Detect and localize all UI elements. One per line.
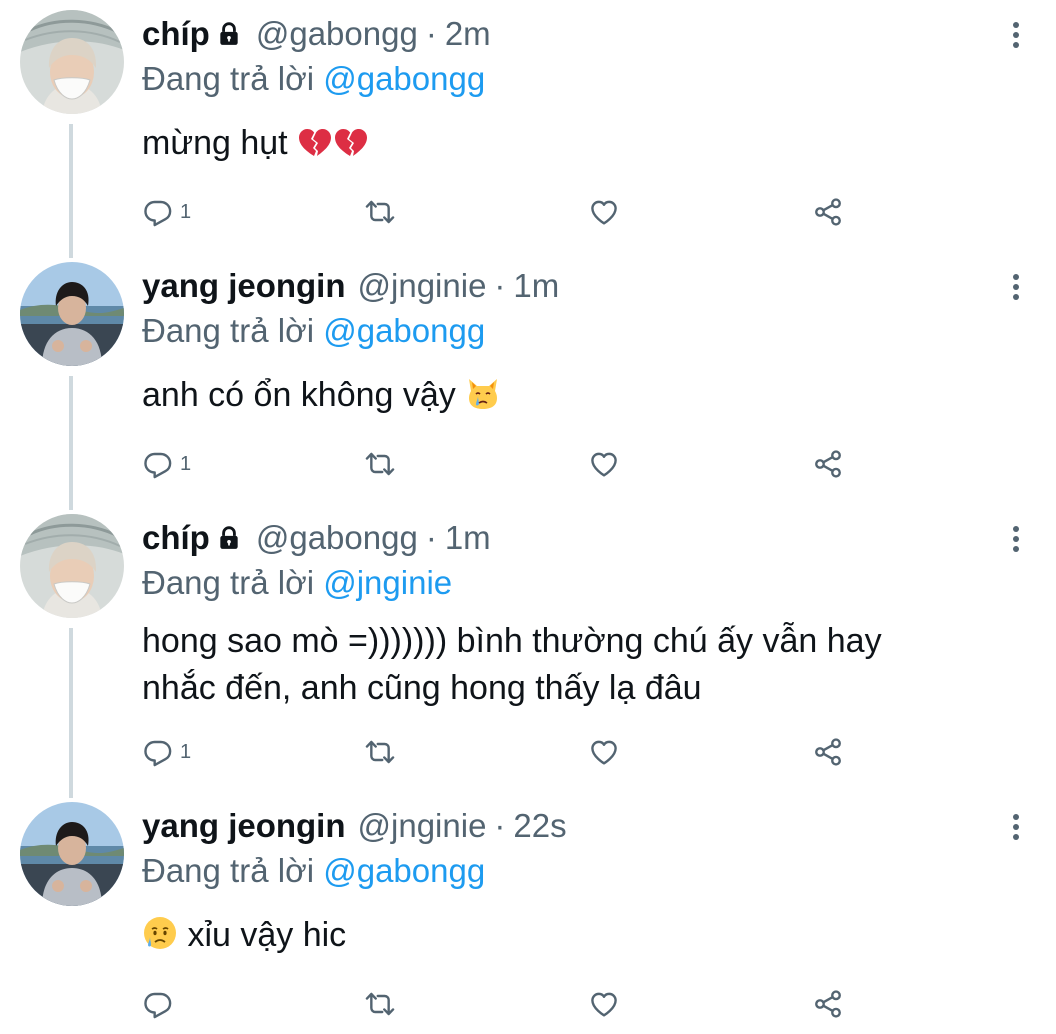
timestamp[interactable]: 1m [513, 267, 559, 305]
like-icon [588, 736, 620, 768]
broken-heart-icon [297, 125, 333, 172]
tweet-text: hong sao mò =))))))) bình thường chú ấy … [142, 618, 1032, 712]
timestamp[interactable]: 2m [445, 15, 491, 53]
retweet-button[interactable] [364, 448, 396, 480]
author-handle[interactable]: @jnginie [358, 267, 487, 305]
share-button[interactable] [812, 988, 844, 1020]
author-name[interactable]: chíp [142, 519, 210, 557]
separator-dot: · [425, 15, 437, 52]
mention-link[interactable]: @jnginie [323, 564, 452, 601]
avatar[interactable] [20, 802, 124, 906]
reply-count: 1 [180, 453, 192, 475]
replying-to: Đang trả lời @gabongg [142, 852, 485, 890]
reply-button[interactable]: 1 [142, 196, 191, 228]
author-name[interactable]: yang jeongin [142, 807, 346, 845]
author-handle[interactable]: @jnginie [358, 807, 487, 845]
tweet[interactable]: yang jeongin @jnginie · 1m Đang trả lời … [0, 252, 1056, 502]
retweet-icon [364, 988, 396, 1020]
tweet[interactable]: chíp @gabongg · 1m Đang trả lời @jnginie… [0, 504, 1056, 790]
author-name[interactable]: yang jeongin [142, 267, 346, 305]
tweet-text-line: nhắc đến, anh cũng hong thấy lạ đâu [142, 669, 702, 707]
avatar[interactable] [20, 514, 124, 618]
more-vertical-icon[interactable] [1006, 272, 1026, 302]
tweet-header: yang jeongin @jnginie · 22s [142, 806, 567, 846]
share-icon [812, 736, 844, 768]
reply-button[interactable]: 1 [142, 736, 191, 768]
tweet-text: anh có ổn không vậy [142, 372, 1032, 424]
tweet-text-line: hong sao mò =))))))) bình thường chú ấy … [142, 622, 882, 660]
broken-heart-icon [333, 125, 369, 172]
reply-icon [142, 196, 174, 228]
retweet-button[interactable] [364, 196, 396, 228]
timestamp[interactable]: 22s [513, 807, 566, 845]
reply-prefix: Đang trả lời [142, 312, 315, 349]
reply-prefix: Đang trả lời [142, 852, 315, 889]
share-icon [812, 988, 844, 1020]
reply-icon [142, 448, 174, 480]
separator-dot: · [494, 267, 506, 304]
reply-count: 1 [180, 741, 192, 763]
tweet-text-content: mừng hụt [142, 124, 288, 162]
share-button[interactable] [812, 448, 844, 480]
replying-to: Đang trả lời @gabongg [142, 312, 485, 350]
retweet-button[interactable] [364, 988, 396, 1020]
avatar[interactable] [20, 262, 124, 366]
tweet-header: yang jeongin @jnginie · 1m [142, 266, 559, 306]
more-vertical-icon[interactable] [1006, 812, 1026, 842]
mention-link[interactable]: @gabongg [323, 852, 485, 889]
reply-prefix: Đang trả lời [142, 564, 315, 601]
timestamp[interactable]: 1m [445, 519, 491, 557]
more-vertical-icon[interactable] [1006, 524, 1026, 554]
reply-icon [142, 988, 174, 1020]
mention-link[interactable]: @gabongg [323, 312, 485, 349]
tweet[interactable]: yang jeongin @jnginie · 22s Đang trả lời… [0, 792, 1056, 1034]
like-button[interactable] [588, 448, 620, 480]
share-icon [812, 196, 844, 228]
tweet-text: mừng hụt [142, 120, 1032, 172]
like-icon [588, 196, 620, 228]
tweet[interactable]: chíp @gabongg · 2m Đang trả lời @gabongg… [0, 0, 1056, 250]
mention-link[interactable]: @gabongg [323, 60, 485, 97]
separator-dot: · [494, 807, 506, 844]
like-icon [588, 988, 620, 1020]
tweet-text: xỉu vậy hic [142, 912, 1032, 964]
tweet-text-content: xỉu vậy hic [187, 916, 347, 954]
separator-dot: · [425, 519, 437, 556]
tweet-header: chíp @gabongg · 2m [142, 14, 491, 54]
reply-button[interactable]: 1 [142, 448, 191, 480]
reply-thread: chíp @gabongg · 2m Đang trả lời @gabongg… [0, 0, 1056, 1034]
lock-icon [216, 525, 242, 551]
reply-count: 1 [180, 201, 192, 223]
like-button[interactable] [588, 736, 620, 768]
crying-cat-icon [465, 375, 501, 424]
avatar[interactable] [20, 10, 124, 114]
retweet-icon [364, 448, 396, 480]
tweet-text-content: anh có ổn không vậy [142, 376, 456, 414]
author-handle[interactable]: @gabongg [256, 15, 418, 53]
author-name[interactable]: chíp [142, 15, 210, 53]
share-button[interactable] [812, 196, 844, 228]
reply-prefix: Đang trả lời [142, 60, 315, 97]
share-button[interactable] [812, 736, 844, 768]
reply-icon [142, 736, 174, 768]
tweet-header: chíp @gabongg · 1m [142, 518, 491, 558]
replying-to: Đang trả lời @jnginie [142, 564, 452, 602]
like-icon [588, 448, 620, 480]
retweet-icon [364, 736, 396, 768]
share-icon [812, 448, 844, 480]
more-vertical-icon[interactable] [1006, 20, 1026, 50]
retweet-icon [364, 196, 396, 228]
retweet-button[interactable] [364, 736, 396, 768]
like-button[interactable] [588, 196, 620, 228]
author-handle[interactable]: @gabongg [256, 519, 418, 557]
lock-icon [216, 21, 242, 47]
crying-face-icon [142, 915, 178, 964]
replying-to: Đang trả lời @gabongg [142, 60, 485, 98]
reply-button[interactable] [142, 988, 180, 1020]
like-button[interactable] [588, 988, 620, 1020]
